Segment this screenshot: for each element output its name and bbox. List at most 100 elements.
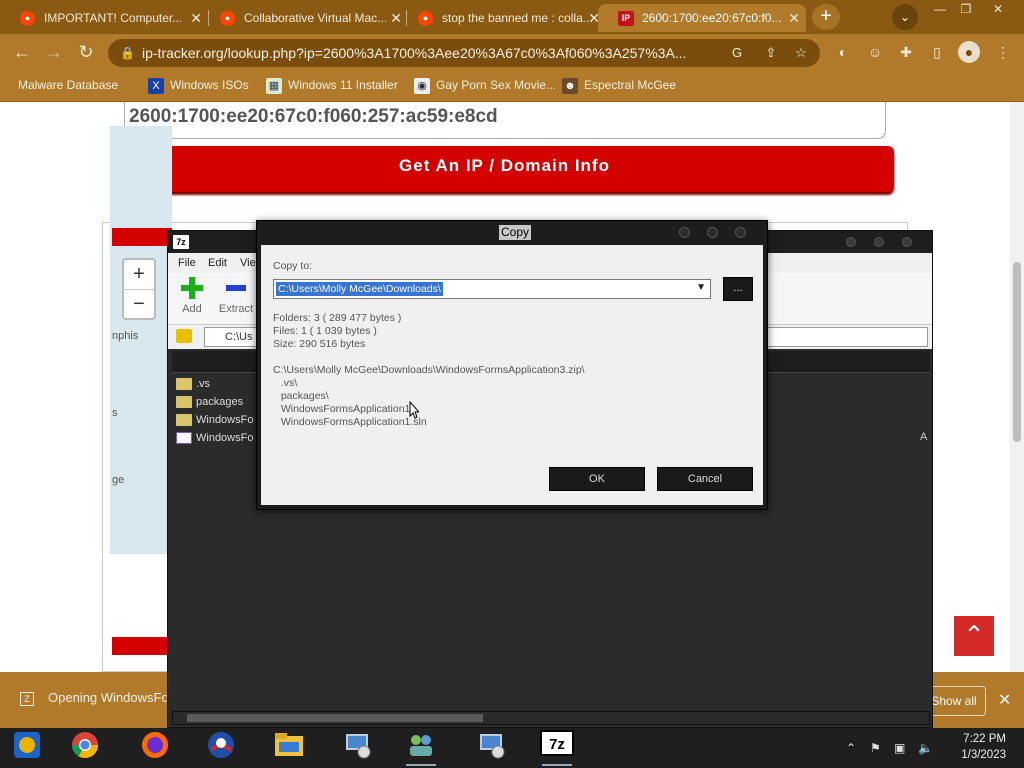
bookmark-star-icon[interactable]: ☆ [790, 39, 812, 67]
horizontal-scrollbar[interactable] [172, 711, 930, 725]
minimize-icon[interactable] [679, 227, 690, 238]
file-explorer-icon[interactable] [266, 730, 312, 766]
download-text: Opening WindowsFor [48, 690, 173, 705]
files-info: Files: 1 ( 1 039 bytes ) [273, 325, 377, 337]
profile-avatar-icon[interactable]: ● [958, 41, 980, 63]
maximize-icon[interactable] [707, 227, 718, 238]
bookmark-label: Gay Porn Sex Movie... [436, 78, 557, 92]
get-ip-info-button[interactable]: Get An IP / Domain Info [115, 146, 894, 192]
tab-3[interactable]: ● stop the banned me : colla... ✕ [398, 4, 606, 32]
close-icon[interactable]: ✕ [998, 690, 1011, 710]
bookmark-malware-database[interactable]: Malware Database [18, 70, 118, 100]
flag-icon[interactable]: ⚑ [870, 728, 881, 768]
download-item[interactable]: Z Opening WindowsFor [20, 690, 173, 706]
bookmark-label: Malware Database [18, 78, 119, 92]
folder-up-icon[interactable] [176, 329, 192, 343]
tab-title: Collaborative Virtual Mac... [244, 11, 388, 25]
extensions-puzzle-icon[interactable]: ✚ [895, 41, 917, 63]
dialog-titlebar[interactable]: Copy [257, 221, 767, 245]
extract-label: Extract [218, 303, 254, 315]
tab-title: IMPORTANT! Computer... [44, 11, 183, 25]
menu-view[interactable]: Vie [240, 257, 256, 269]
tray-chevron-icon[interactable]: ⌃ [846, 728, 856, 768]
bookmarks-bar: Malware Database X Windows ISOs ▦ Windows … [0, 70, 1024, 102]
scroll-to-top-button[interactable]: ⌃ [954, 616, 994, 656]
tab-strip: ● IMPORTANT! Computer... ✕ ● Collaborati… [0, 0, 1024, 34]
copy-to-label: Copy to: [273, 260, 313, 272]
tab-1[interactable]: ● IMPORTANT! Computer... ✕ [0, 4, 208, 32]
cancel-button[interactable]: Cancel [657, 467, 753, 491]
zoom-out-button[interactable]: − [124, 289, 154, 318]
minimize-icon[interactable] [846, 237, 856, 247]
reddit-icon: ● [20, 11, 35, 26]
minimize-icon[interactable]: — [926, 0, 954, 18]
back-arrow-icon[interactable]: ← [10, 41, 34, 65]
map-label: s [112, 407, 118, 419]
destination-combobox[interactable]: C:\Users\Molly McGee\Downloads\ ▼ [273, 279, 711, 299]
address-bar[interactable]: 🔒 ip-tracker.org/lookup.php?ip=2600%3A17… [108, 39, 820, 67]
bookmark-windows-11-installer[interactable]: ▦ Windows 11 Installer [266, 70, 398, 100]
tab-4-active[interactable]: IP 2600:1700:ee20:67c0:f0... ✕ [598, 4, 806, 32]
ok-button[interactable]: OK [549, 467, 645, 491]
add-button[interactable]: Add [170, 277, 214, 315]
menu-kebab-icon[interactable]: ⋮ [992, 41, 1014, 63]
start-app-icon[interactable] [4, 730, 50, 766]
firefox-icon[interactable] [132, 730, 178, 766]
bookmark-windows-isos[interactable]: X Windows ISOs [148, 70, 249, 100]
extract-button[interactable]: Extract [214, 277, 258, 315]
system-clock[interactable]: 7:22 PM 1/3/2023 [950, 731, 1006, 763]
map-label: ge [112, 474, 125, 486]
zoom-in-button[interactable]: + [124, 260, 154, 289]
tab-2[interactable]: ● Collaborative Virtual Mac... ✕ [200, 4, 408, 32]
close-icon[interactable] [735, 227, 746, 238]
new-tab-button[interactable]: + [812, 4, 840, 30]
plus-icon [181, 277, 203, 299]
extension-flag-icon[interactable]: ◐ [832, 41, 854, 63]
restore-icon[interactable]: ❐ [952, 0, 980, 18]
folders-info: Folders: 3 ( 289 477 bytes ) [273, 312, 402, 324]
path-line: .vs\ [275, 377, 298, 389]
obama-logo-icon[interactable] [198, 730, 244, 766]
bookmark-espectral-mcgee[interactable]: ☻ Espectral McGee [562, 70, 676, 100]
folder-icon [176, 378, 192, 390]
computer-icon [346, 734, 371, 759]
extension-avatar-icon[interactable]: ☺ [864, 41, 886, 63]
ip-input[interactable]: 2600:1700:ee20:67c0:f060:257:ac59:e8cd [124, 102, 886, 139]
close-icon[interactable] [902, 237, 912, 247]
browser-toolbar: ← → ↻ 🔒 ip-tracker.org/lookup.php?ip=260… [0, 34, 1024, 70]
network-icon[interactable]: ▣ [894, 728, 905, 768]
reload-icon[interactable]: ↻ [74, 41, 98, 65]
path-line: WindowsFormsApplication1.sln [275, 416, 427, 428]
share-icon[interactable]: ⇪ [760, 39, 782, 67]
installer-icon[interactable] [334, 730, 380, 766]
menu-file[interactable]: File [178, 257, 196, 269]
bookmark-label: Windows 11 Installer [288, 78, 398, 92]
volume-icon[interactable]: 🔈 [918, 728, 933, 768]
chrome-icon[interactable] [62, 730, 108, 766]
forward-arrow-icon[interactable]: → [42, 41, 66, 65]
scrollbar-thumb[interactable] [1013, 262, 1021, 442]
dropdown-arrow-icon[interactable]: ▼ [696, 282, 706, 293]
menu-edit[interactable]: Edit [208, 257, 227, 269]
close-icon[interactable]: ✕ [788, 4, 800, 32]
app-icon [14, 732, 40, 758]
scrollbar-thumb[interactable] [187, 714, 483, 722]
maximize-icon[interactable] [874, 237, 884, 247]
map-zoom-control: + − [122, 258, 156, 320]
page-scrollbar[interactable] [1010, 102, 1024, 672]
size-info: Size: 290 516 bytes [273, 338, 366, 350]
tab-search-chevron-icon[interactable]: ⌄ [892, 4, 918, 30]
browse-button[interactable]: ... [723, 277, 753, 301]
file-name: WindowsFo [196, 414, 254, 426]
google-icon[interactable]: G [726, 39, 748, 67]
destination-text: C:\Users\Molly McGee\Downloads\ [276, 282, 443, 296]
side-panel-icon[interactable]: ▯ [926, 41, 948, 63]
7zip-taskbar-icon[interactable]: 7z [534, 730, 580, 766]
path-line: packages\ [275, 390, 329, 402]
window-close-icon[interactable]: ✕ [984, 0, 1012, 18]
network-users-icon[interactable] [398, 730, 444, 766]
bookmark-site[interactable]: ◉ Gay Porn Sex Movie... [414, 70, 556, 100]
map-footer-bar [112, 637, 172, 655]
installer-icon-2[interactable] [468, 730, 514, 766]
file-name: packages [196, 396, 244, 408]
